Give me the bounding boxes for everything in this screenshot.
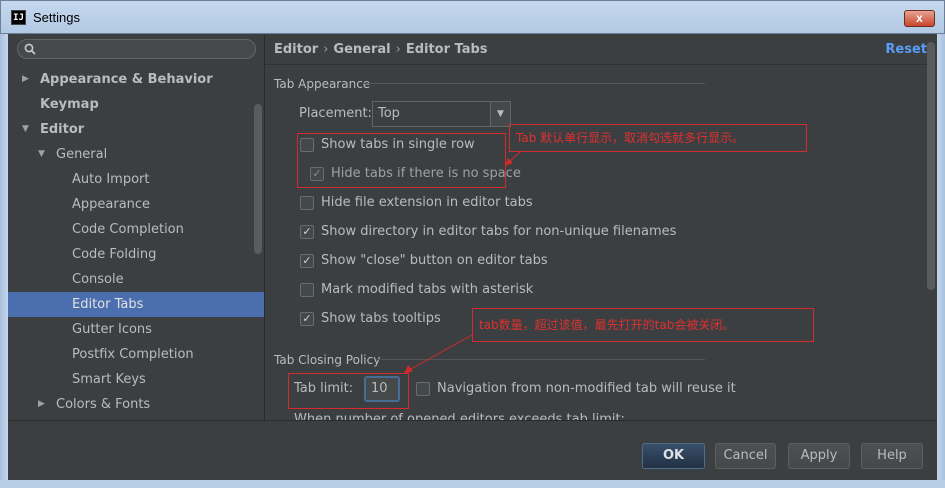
annotation-tab-limit-note: tab数量，超过该值，最先打开的tab会被关闭。 xyxy=(472,308,814,342)
navigation-scrollbar[interactable] xyxy=(254,104,262,254)
placement-dropdown[interactable]: Top ▼ xyxy=(372,101,511,127)
checkbox[interactable] xyxy=(300,283,314,297)
tree-item-label: Postfix Completion xyxy=(72,347,194,362)
tree-item-label: Code Completion xyxy=(72,222,184,237)
tree-item[interactable]: ▼ General xyxy=(8,142,264,167)
checkmark-icon[interactable]: ✓ xyxy=(300,254,314,268)
intellij-app-icon: IJ xyxy=(11,10,26,25)
chevron-down-icon: ▼ xyxy=(490,102,510,126)
annotation-highlight-tab-limit xyxy=(288,373,409,409)
section-divider xyxy=(363,83,705,84)
tree-item[interactable]: Console xyxy=(8,267,264,292)
checkbox[interactable] xyxy=(300,196,314,210)
placement-label: Placement: xyxy=(299,106,372,121)
window-frame-bottom xyxy=(0,480,945,488)
breadcrumb-separator: › xyxy=(323,42,329,57)
settings-search-input[interactable] xyxy=(17,39,256,59)
annotation-arrow-icon xyxy=(404,334,473,374)
tree-item[interactable]: ▼ Editor xyxy=(8,117,264,142)
tree-item[interactable]: ▶ Colors & Fonts xyxy=(8,392,264,417)
checkmark-icon[interactable]: ✓ xyxy=(300,225,314,239)
annotation-single-row-note: Tab 默认单行显示，取消勾选就多行显示。 xyxy=(509,124,807,152)
tab-option-label: Show directory in editor tabs for non-un… xyxy=(321,224,677,239)
tree-item[interactable]: ▶ Appearance & Behavior xyxy=(8,67,264,92)
collapsed-arrow-icon[interactable]: ▶ xyxy=(38,392,45,417)
window-close-button[interactable]: x xyxy=(904,10,935,27)
tree-item-label: Smart Keys xyxy=(72,372,146,387)
tree-item[interactable]: Auto Import xyxy=(8,167,264,192)
tab-option-label: Show tabs tooltips xyxy=(321,311,441,326)
tree-item-label: Colors & Fonts xyxy=(56,397,151,412)
breadcrumb-general: General xyxy=(333,42,391,57)
tree-item-label: Appearance xyxy=(72,197,151,212)
window-frame-right xyxy=(937,34,945,488)
navigation-reuse-label: Navigation from non-modified tab will re… xyxy=(437,381,736,396)
navigation-reuse-checkbox[interactable] xyxy=(416,382,430,396)
help-button[interactable]: Help xyxy=(861,443,923,469)
tree-item[interactable]: Keymap xyxy=(8,92,264,117)
tree-item-label: General xyxy=(56,147,108,162)
header-divider xyxy=(265,64,937,65)
tree-item[interactable]: Appearance xyxy=(8,192,264,217)
tab-appearance-title: Tab Appearance xyxy=(274,77,371,91)
settings-navigation-panel: ▶ Appearance & Behavior Keymap ▼ Editor ▼ Gene… xyxy=(8,34,264,420)
breadcrumb-editor-tabs: Editor Tabs xyxy=(405,42,488,57)
breadcrumb-editor: Editor xyxy=(274,42,319,57)
tab-closing-policy-title: Tab Closing Policy xyxy=(274,353,381,367)
tree-item-label: Auto Import xyxy=(72,172,150,187)
tab-limit-policy-text: When number of opened editors exceeds ta… xyxy=(294,412,625,420)
tree-item-label: Appearance & Behavior xyxy=(40,72,213,87)
checkmark-icon[interactable]: ✓ xyxy=(300,312,314,326)
apply-button[interactable]: Apply xyxy=(788,443,850,469)
ok-button[interactable]: OK xyxy=(642,443,705,469)
window-title: Settings xyxy=(33,10,80,25)
expanded-arrow-icon[interactable]: ▼ xyxy=(22,117,29,142)
tree-item-label: Console xyxy=(72,272,124,287)
tree-item-label: Editor Tabs xyxy=(72,297,144,312)
tree-item[interactable]: Code Completion xyxy=(8,217,264,242)
tree-item-label: Editor xyxy=(40,122,85,137)
tree-item-label: Gutter Icons xyxy=(72,322,152,337)
tab-option-label: Show "close" button on editor tabs xyxy=(321,253,548,268)
cancel-button[interactable]: Cancel xyxy=(715,443,776,469)
tree-item[interactable]: Postfix Completion xyxy=(8,342,264,367)
breadcrumb-separator: › xyxy=(395,42,401,57)
settings-content-panel: Editor › General › Editor Tabs Reset Tab App… xyxy=(265,34,937,420)
tree-item[interactable]: Editor Tabs xyxy=(8,292,264,317)
collapsed-arrow-icon[interactable]: ▶ xyxy=(22,67,29,92)
placement-value: Top xyxy=(378,106,400,121)
dialog-button-bar: OK Cancel Apply Help xyxy=(8,420,937,480)
search-icon xyxy=(24,43,36,55)
annotation-highlight-single-row xyxy=(297,133,506,188)
window-frame-left xyxy=(0,34,8,488)
content-scrollbar[interactable] xyxy=(927,42,935,290)
tree-item[interactable]: Smart Keys xyxy=(8,367,264,392)
window-title-bar: IJ Settings x xyxy=(0,0,945,34)
tree-item-label: Keymap xyxy=(40,97,99,112)
breadcrumb: Editor › General › Editor Tabs xyxy=(274,42,488,57)
tree-item[interactable]: Code Folding xyxy=(8,242,264,267)
tree-item[interactable]: Gutter Icons xyxy=(8,317,264,342)
expanded-arrow-icon[interactable]: ▼ xyxy=(38,142,45,167)
tab-option-label: Hide file extension in editor tabs xyxy=(321,195,533,210)
tree-item-label: Code Folding xyxy=(72,247,157,262)
reset-link[interactable]: Reset xyxy=(885,42,927,57)
annotation-arrow-icon xyxy=(505,151,521,166)
tab-option-label: Mark modified tabs with asterisk xyxy=(321,282,534,297)
